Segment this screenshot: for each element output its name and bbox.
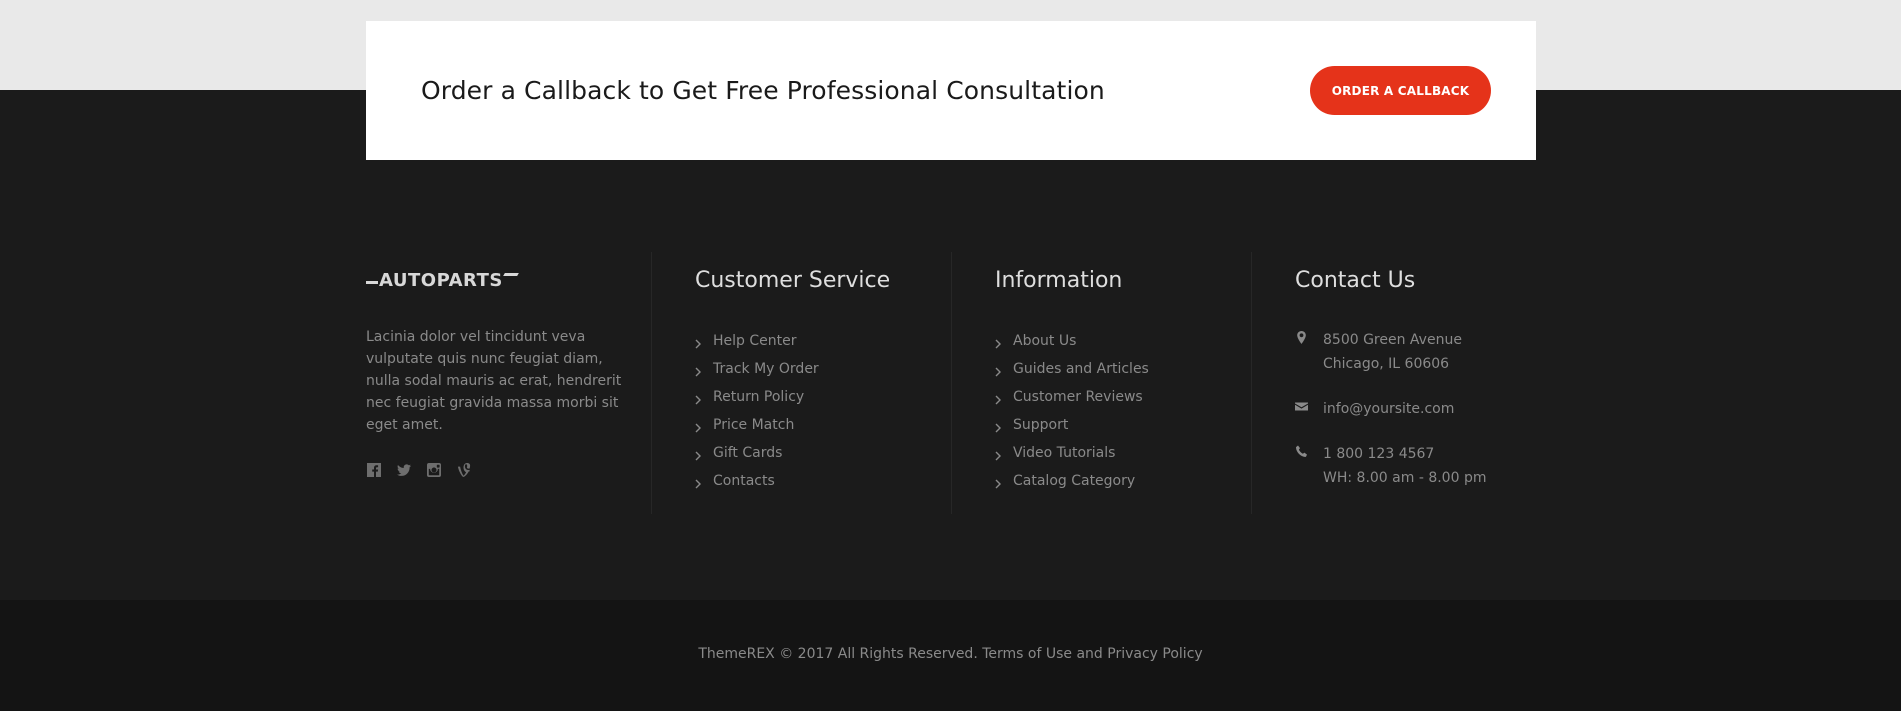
copyright-and: and bbox=[1076, 646, 1103, 662]
logo-dash bbox=[366, 280, 378, 284]
cta-title: Order a Callback to Get Free Professiona… bbox=[421, 76, 1105, 105]
chevron-right-icon bbox=[995, 476, 1005, 489]
social-links bbox=[366, 462, 651, 478]
video-tutorials-link[interactable]: Video Tutorials bbox=[1013, 445, 1115, 461]
list-item: Gift Cards bbox=[695, 439, 951, 467]
phone-icon bbox=[1295, 442, 1323, 490]
map-pin-icon bbox=[1295, 328, 1323, 376]
address-line-2: Chicago, IL 60606 bbox=[1323, 356, 1450, 372]
working-hours: WH: 8.00 am - 8.00 pm bbox=[1323, 470, 1487, 486]
information-title: Information bbox=[995, 268, 1123, 293]
chevron-right-icon bbox=[695, 476, 705, 489]
contact-address: 8500 Green Avenue Chicago, IL 60606 bbox=[1295, 328, 1536, 376]
instagram-icon[interactable] bbox=[426, 462, 442, 478]
phone-number[interactable]: 1 800 123 4567 bbox=[1323, 442, 1486, 466]
copyright-notice: ThemeREX © 2017 All Rights Reserved. bbox=[698, 646, 978, 662]
footer-about-column: AUTOPARTS Lacinia dolor vel tincidunt ve… bbox=[366, 252, 651, 514]
customer-service-links: Help Center Track My Order Return Policy… bbox=[695, 327, 951, 495]
privacy-policy-link[interactable]: Privacy Policy bbox=[1107, 646, 1202, 662]
chevron-right-icon bbox=[995, 420, 1005, 433]
track-my-order-link[interactable]: Track My Order bbox=[713, 361, 819, 377]
support-link[interactable]: Support bbox=[1013, 417, 1068, 433]
email-link[interactable]: info@yoursite.com bbox=[1323, 401, 1454, 417]
chevron-right-icon bbox=[995, 364, 1005, 377]
chevron-right-icon bbox=[995, 448, 1005, 461]
customer-reviews-link[interactable]: Customer Reviews bbox=[1013, 389, 1143, 405]
chevron-right-icon bbox=[695, 392, 705, 405]
facebook-icon[interactable] bbox=[366, 462, 382, 478]
list-item: About Us bbox=[995, 327, 1251, 355]
autoparts-logo[interactable]: AUTOPARTS bbox=[366, 269, 651, 291]
list-item: Contacts bbox=[695, 467, 951, 495]
copyright-text: ThemeREX © 2017 All Rights Reserved. Ter… bbox=[0, 646, 1901, 662]
guides-and-articles-link[interactable]: Guides and Articles bbox=[1013, 361, 1149, 377]
gift-cards-link[interactable]: Gift Cards bbox=[713, 445, 782, 461]
list-item: Catalog Category bbox=[995, 467, 1251, 495]
list-item: Track My Order bbox=[695, 355, 951, 383]
chevron-right-icon bbox=[695, 448, 705, 461]
chevron-right-icon bbox=[995, 336, 1005, 349]
list-item: Price Match bbox=[695, 411, 951, 439]
contact-column: Contact Us 8500 Green Avenue Chicago, IL… bbox=[1251, 252, 1536, 514]
chevron-right-icon bbox=[695, 336, 705, 349]
customer-service-title: Customer Service bbox=[695, 268, 891, 293]
contacts-link[interactable]: Contacts bbox=[713, 473, 775, 489]
price-match-link[interactable]: Price Match bbox=[713, 417, 794, 433]
chevron-right-icon bbox=[695, 420, 705, 433]
list-item: Help Center bbox=[695, 327, 951, 355]
address-line-1: 8500 Green Avenue bbox=[1323, 332, 1462, 348]
envelope-icon bbox=[1295, 397, 1323, 421]
about-text: Lacinia dolor vel tincidunt veva vulputa… bbox=[366, 329, 622, 433]
return-policy-link[interactable]: Return Policy bbox=[713, 389, 804, 405]
information-links: About Us Guides and Articles Customer Re… bbox=[995, 327, 1251, 495]
vine-icon[interactable] bbox=[456, 462, 472, 478]
list-item: Video Tutorials bbox=[995, 439, 1251, 467]
terms-of-use-link[interactable]: Terms of Use bbox=[982, 646, 1072, 662]
customer-service-column: Customer Service Help Center Track My Or… bbox=[651, 252, 951, 514]
contact-list: 8500 Green Avenue Chicago, IL 60606 info… bbox=[1295, 328, 1536, 490]
logo-text: AUTOPARTS bbox=[379, 269, 503, 291]
twitter-icon[interactable] bbox=[396, 462, 412, 478]
contact-email: info@yoursite.com bbox=[1295, 397, 1536, 421]
chevron-right-icon bbox=[995, 392, 1005, 405]
information-column: Information About Us Guides and Articles… bbox=[951, 252, 1251, 514]
list-item: Guides and Articles bbox=[995, 355, 1251, 383]
help-center-link[interactable]: Help Center bbox=[713, 333, 797, 349]
order-callback-button[interactable]: ORDER A CALLBACK bbox=[1310, 66, 1491, 115]
contact-phone: 1 800 123 4567 WH: 8.00 am - 8.00 pm bbox=[1295, 442, 1536, 490]
contact-title: Contact Us bbox=[1295, 268, 1416, 293]
list-item: Customer Reviews bbox=[995, 383, 1251, 411]
chevron-right-icon bbox=[695, 364, 705, 377]
list-item: Return Policy bbox=[695, 383, 951, 411]
callback-cta-card: Order a Callback to Get Free Professiona… bbox=[366, 21, 1536, 160]
logo-tail bbox=[502, 272, 519, 276]
about-us-link[interactable]: About Us bbox=[1013, 333, 1076, 349]
list-item: Support bbox=[995, 411, 1251, 439]
catalog-category-link[interactable]: Catalog Category bbox=[1013, 473, 1135, 489]
footer-columns: AUTOPARTS Lacinia dolor vel tincidunt ve… bbox=[366, 252, 1536, 514]
